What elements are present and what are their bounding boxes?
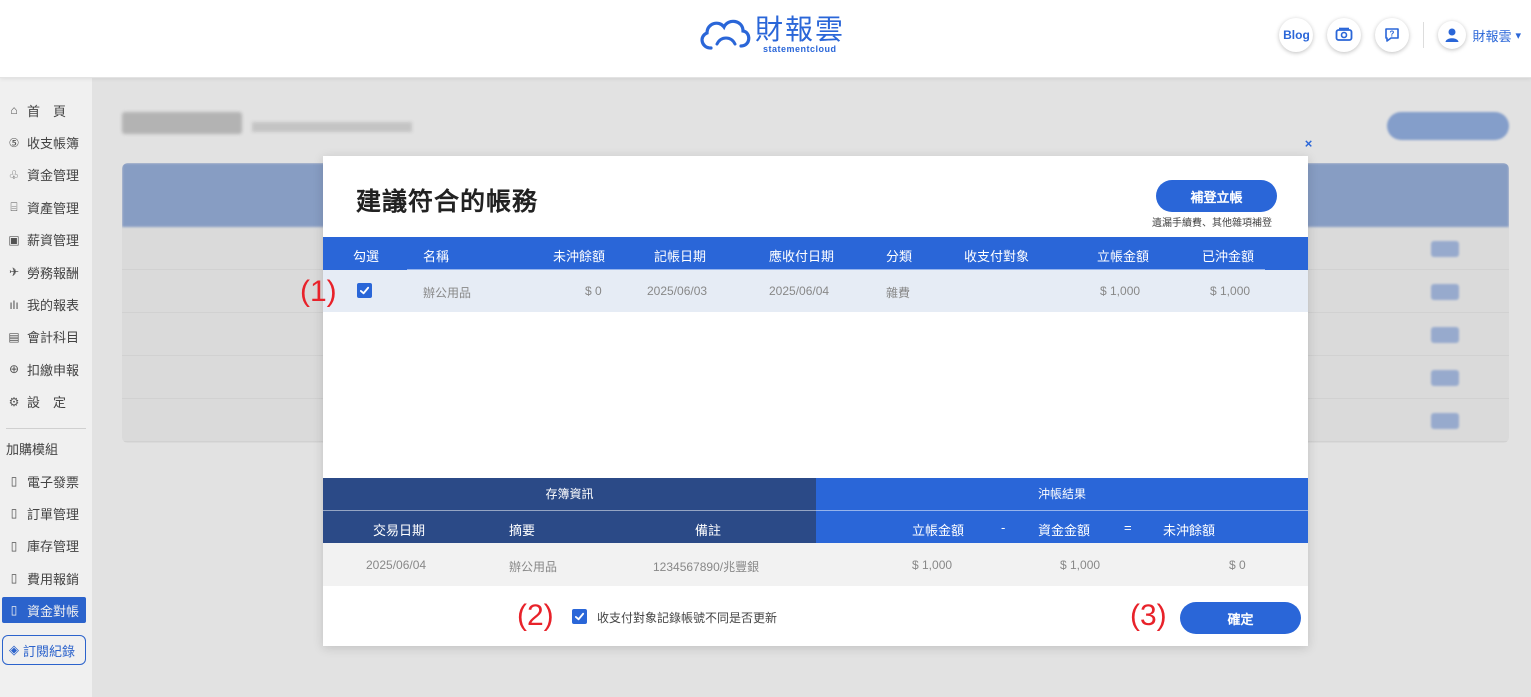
- table-row[interactable]: 辦公用品 $ 0 2025/06/03 2025/06/04 雜費 $ 1,00…: [323, 270, 1308, 312]
- header-divider: [1423, 22, 1425, 48]
- row-due-date: 2025/06/04: [769, 284, 830, 298]
- deposit-section-header: 存簿資訊: [323, 478, 816, 510]
- check-icon: [359, 286, 370, 295]
- confirm-button[interactable]: 確定: [1180, 602, 1301, 634]
- deposit-date: 2025/06/04: [366, 558, 427, 572]
- matching-entries-modal: 建議符合的帳務 補登立帳 遺漏手續費、其他雜項補登 勾選 名稱 未沖餘額 記帳日…: [323, 156, 1308, 646]
- row-name: 辦公用品: [423, 286, 472, 300]
- col-note: 備註: [695, 523, 722, 538]
- deposit-note: 1234567890/兆豐銀: [653, 560, 760, 574]
- col-record-date: 記帳日期: [654, 249, 707, 264]
- col-name: 名稱: [423, 249, 450, 264]
- top-header: 財報雲 statementcloud Blog ? 財報雲 ▾: [0, 0, 1531, 78]
- video-book-icon: [1336, 27, 1353, 41]
- user-menu[interactable]: 財報雲 ▾: [1438, 21, 1521, 49]
- logo-title: 財報雲: [755, 14, 846, 45]
- col-minus: -: [1001, 520, 1006, 535]
- annotation-1: (1): [300, 275, 337, 308]
- update-checkbox-label[interactable]: 收支付對象記錄帳號不同是否更新: [597, 609, 777, 626]
- col-counterparty: 收支付對象: [964, 249, 1030, 264]
- col-fund-amount: 資金金額: [1038, 523, 1091, 538]
- modal-title: 建議符合的帳務: [356, 188, 539, 216]
- row-settled: $ 1,000: [1210, 284, 1251, 298]
- result-columns: 立帳金額 - 資金金額 = 未沖餘額: [816, 510, 1308, 543]
- svg-text:?: ?: [1390, 30, 1395, 39]
- col-remaining: 未沖餘額: [1163, 523, 1216, 538]
- row-amount: $ 1,000: [1100, 284, 1141, 298]
- cloud-logo-icon: [700, 19, 751, 50]
- col-equals: =: [1124, 520, 1132, 535]
- row-category: 雜費: [886, 286, 911, 300]
- entries-table-header: 勾選 名稱 未沖餘額 記帳日期 應收付日期 分類 收支付對象 立帳金額 已沖金額: [323, 237, 1308, 270]
- col-transaction-date: 交易日期: [373, 523, 426, 538]
- deposit-summary: 辦公用品: [509, 560, 558, 574]
- add-entry-note: 遺漏手續費、其他雜項補登: [1152, 218, 1272, 229]
- deposit-row: 2025/06/04 辦公用品 1234567890/兆豐銀 $ 1,000 $…: [323, 543, 1308, 586]
- row-unsettled: $ 0: [585, 284, 602, 298]
- update-checkbox[interactable]: [572, 609, 587, 624]
- col-settled: 已沖金額: [1202, 249, 1255, 264]
- result-amount: $ 1,000: [912, 558, 953, 572]
- blog-button[interactable]: Blog: [1279, 18, 1314, 52]
- check-icon: [574, 612, 585, 621]
- col-select: 勾選: [353, 249, 380, 264]
- logo[interactable]: 財報雲 statementcloud: [697, 14, 845, 56]
- close-icon[interactable]: ×: [1301, 136, 1316, 151]
- user-name: 財報雲: [1472, 28, 1512, 44]
- add-entry-button[interactable]: 補登立帳: [1156, 180, 1277, 212]
- col-category: 分類: [886, 249, 913, 264]
- col-unsettled: 未沖餘額: [553, 249, 606, 264]
- col-due-date: 應收付日期: [769, 249, 835, 264]
- deposit-columns: 交易日期 摘要 備註: [323, 510, 816, 543]
- col-amount: 立帳金額: [1097, 249, 1150, 264]
- user-avatar-icon: [1438, 21, 1467, 49]
- result-fund: $ 1,000: [1060, 558, 1101, 572]
- help-chat-button[interactable]: ?: [1375, 18, 1410, 52]
- chat-question-icon: ?: [1385, 28, 1400, 42]
- result-remaining: $ 0: [1229, 558, 1246, 572]
- row-record-date: 2025/06/03: [647, 284, 708, 298]
- chevron-down-icon: ▾: [1515, 29, 1521, 42]
- col-result-amount: 立帳金額: [912, 523, 965, 538]
- logo-subtitle: statementcloud: [763, 44, 837, 54]
- annotation-3: (3): [1130, 599, 1167, 632]
- row-checkbox[interactable]: [357, 283, 372, 298]
- col-summary: 摘要: [509, 523, 536, 538]
- annotation-2: (2): [517, 599, 554, 632]
- result-section-header: 沖帳結果: [816, 478, 1308, 510]
- video-tutorial-button[interactable]: [1327, 18, 1362, 52]
